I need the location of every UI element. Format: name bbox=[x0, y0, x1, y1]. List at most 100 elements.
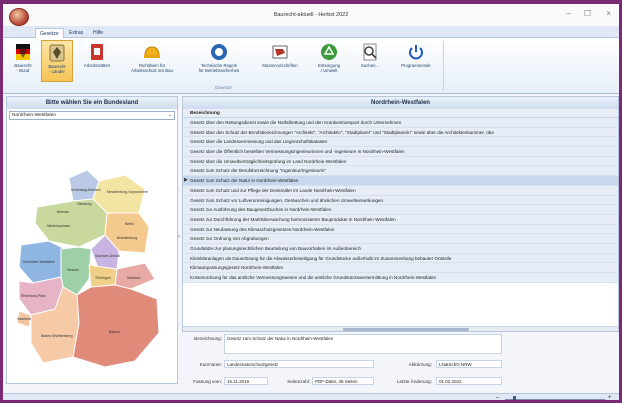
bezeichnung-label: Bezeichnung: bbox=[194, 336, 222, 341]
law-title: Gesetz über die Öffentlich bestellten Ve… bbox=[190, 149, 405, 155]
map-label: Rheinland-Pfalz bbox=[21, 294, 46, 298]
map-label: Hessen bbox=[67, 268, 79, 272]
law-title: Gesetz über die Landesvermessung und das… bbox=[190, 139, 328, 145]
tab-gesetze[interactable]: Gesetze bbox=[35, 28, 64, 38]
law-list-row[interactable]: Klimaanpassungsgesetz Nordrhein-Westfale… bbox=[183, 263, 618, 273]
law-list-row[interactable]: ▶ Gesetz zum Schutz der Natur in Nordrhei… bbox=[183, 176, 618, 186]
map-label: Nordrhein-Westfalen bbox=[23, 260, 55, 264]
zoom-out-button[interactable]: – bbox=[496, 395, 499, 400]
law-title: Gesetz zum Schutz der Natur in Nordrhein… bbox=[190, 178, 299, 184]
programmende-button[interactable]: Programmende bbox=[393, 40, 439, 82]
map-label: Sachsen-Anhalt bbox=[95, 254, 120, 258]
law-list-row[interactable]: Grundsätze zur planungsrechtlichen Beurt… bbox=[183, 243, 618, 254]
kurzname-label: Kurzname: bbox=[199, 362, 222, 367]
zoom-slider-thumb[interactable] bbox=[513, 396, 516, 400]
map-label: Baden-Württemberg bbox=[41, 334, 73, 338]
fassung-field[interactable]: 15.11.2016 bbox=[224, 377, 268, 385]
ribbon: Baurecht - Bund Baurecht - Länder Arbeit… bbox=[3, 38, 619, 94]
law-list-row[interactable]: Gesetz zum Schutz der Berufsbezeichnung … bbox=[183, 166, 618, 177]
law-list-title: Nordrhein-Westfalen bbox=[183, 97, 618, 109]
baurecht-bund-button[interactable]: Baurecht - Bund bbox=[7, 40, 39, 82]
abkuerzung-label: Abkürzung: bbox=[408, 362, 432, 367]
button-label-line1: Mustervorschriften bbox=[262, 63, 298, 68]
law-list-row[interactable]: Gesetz über die Landesvermessung und das… bbox=[183, 137, 618, 148]
title-bar: Baurecht-aktuell - Herbst 2022 – ☐ × bbox=[3, 4, 619, 26]
state-dropdown[interactable]: Nordrhein-Westfalen ⌄ bbox=[9, 111, 175, 120]
germany-map[interactable]: Schleswig-Holstein Mecklenburg-Vorpommer… bbox=[7, 123, 177, 383]
law-title: Gesetz zum Schutz vor Luftverunreinigung… bbox=[190, 197, 384, 203]
button-label-line2: Arbeitsschutz am Bau bbox=[131, 68, 173, 73]
map-label: Schleswig-Holstein bbox=[71, 188, 101, 192]
tab-extras[interactable]: Extras bbox=[65, 28, 87, 38]
minimize-button[interactable]: – bbox=[567, 9, 571, 18]
map-label: Hamburg bbox=[77, 202, 91, 206]
workplace-sign-icon bbox=[91, 44, 103, 60]
law-title: Gesetz über den Rettungsdienst sowie die… bbox=[190, 120, 402, 125]
law-list-row[interactable]: Gesetz zur Ausführung des Baugesetzbuche… bbox=[183, 205, 618, 215]
law-list-rows: Gesetz über den Rettungsdienst sowie die… bbox=[183, 118, 618, 283]
entsorgung-umwelt-button[interactable]: Entsorgung / Umwelt bbox=[309, 40, 349, 82]
law-list-row[interactable]: Gesetz zum Schutz und zur Pflege der Den… bbox=[183, 185, 618, 196]
law-list-row[interactable]: Gesetz zum Schutz vor Luftverunreinigung… bbox=[183, 195, 618, 206]
ribbon-group-separator bbox=[443, 41, 444, 91]
law-list-row[interactable]: Gesetz zur Neufassung des Klimaschutzges… bbox=[183, 224, 618, 235]
maximize-button[interactable]: ☐ bbox=[584, 9, 591, 18]
law-list-row[interactable]: Gesetz zur Durchführung der Marktüberwac… bbox=[183, 214, 618, 225]
law-list-row[interactable]: Kleinkläranlagen als Dauerlösung für die… bbox=[183, 253, 618, 264]
law-list-panel: Nordrhein-Westfalen Bezeichnung Gesetz ü… bbox=[182, 96, 619, 332]
map-label: Bayern bbox=[109, 330, 120, 334]
row-selector-icon: ▶ bbox=[184, 177, 188, 184]
law-list-row[interactable]: Kostenordnung für das amtliche Vermessun… bbox=[183, 273, 618, 283]
baurecht-laender-button[interactable]: Baurecht - Länder bbox=[41, 40, 73, 82]
law-list-row[interactable]: Gesetz über die Öffentlich bestellten Ve… bbox=[183, 147, 618, 157]
panel-collapse-handle[interactable]: ‹ bbox=[178, 234, 180, 240]
fassung-label: Fassung vom: bbox=[193, 379, 222, 384]
law-list-row[interactable]: Gesetz über die Umweltverträglichkeitspr… bbox=[183, 156, 618, 167]
bezeichnung-field[interactable]: Gesetz zum Schutz der Natur in Nordrhein… bbox=[224, 334, 502, 354]
abkuerzung-field[interactable]: LNatSchG NRW bbox=[436, 360, 502, 368]
map-label: Niedersachsen bbox=[47, 224, 70, 228]
map-label: Bremen bbox=[57, 210, 69, 214]
map-label: Berlin bbox=[125, 222, 134, 226]
window-title: Baurecht-aktuell - Herbst 2022 bbox=[273, 12, 349, 18]
zoom-slider[interactable] bbox=[505, 399, 605, 400]
arbeitsstaetten-button[interactable]: Arbeitsstätten bbox=[77, 40, 117, 82]
law-list-row[interactable]: Gesetz über den Schutz der Berufsbezeich… bbox=[183, 127, 618, 138]
horizontal-scrollbar[interactable] bbox=[183, 326, 618, 331]
arbeitsschutz-am-bau-button[interactable]: Richtlinien für Arbeitsschutz am Bau bbox=[121, 40, 183, 82]
law-title: Gesetz zum Schutz und zur Pflege der Den… bbox=[190, 187, 356, 193]
technical-rules-icon bbox=[211, 44, 227, 60]
zoom-in-button[interactable]: + bbox=[608, 395, 612, 400]
model-rules-icon bbox=[272, 45, 288, 59]
button-label-line2: / Umwelt bbox=[320, 68, 338, 73]
law-list-row[interactable]: Gesetz zur Ordnung von Abgrabungen bbox=[183, 234, 618, 244]
letzte-aenderung-field[interactable]: 01.02.2022 bbox=[436, 377, 502, 385]
button-label-line1: Arbeitsstätten bbox=[83, 63, 111, 68]
suchen-button[interactable]: Suchen... bbox=[353, 40, 387, 82]
button-label-line1: Programmende bbox=[401, 63, 431, 68]
column-header-bezeichnung[interactable]: Bezeichnung bbox=[183, 109, 618, 118]
search-icon bbox=[363, 43, 377, 61]
scrollbar-thumb[interactable] bbox=[343, 328, 469, 331]
technische-regeln-button[interactable]: Technische Regeln für Betriebssicherheit bbox=[189, 40, 249, 82]
kurzname-field[interactable]: Landesnaturschutzgesetz bbox=[224, 360, 374, 368]
seitenzahl-field[interactable]: PDF-Datei, 36 Seiten bbox=[312, 377, 374, 385]
ribbon-group-caption: Gesetze bbox=[215, 85, 232, 90]
law-title: Grundsätze zur planungsrechtlichen Beurt… bbox=[190, 245, 362, 251]
seitenzahl-label: Seitenzahl: bbox=[287, 379, 310, 384]
status-bar: – + bbox=[3, 393, 619, 400]
ribbon-tab-bar: Gesetze Extras Hilfe bbox=[3, 26, 619, 38]
law-title: Gesetz über die Umweltverträglichkeitspr… bbox=[190, 158, 347, 164]
map-label: Brandenburg bbox=[117, 236, 137, 240]
tab-hilfe[interactable]: Hilfe bbox=[89, 28, 107, 38]
law-title: Gesetz über den Schutz der Berufsbezeich… bbox=[190, 129, 494, 135]
law-title: Gesetz zur Durchführung der Marktüberwac… bbox=[190, 216, 396, 222]
law-title: Kleinkläranlagen als Dauerlösung für die… bbox=[190, 255, 452, 261]
law-list-row[interactable]: Gesetz über den Rettungsdienst sowie die… bbox=[183, 118, 618, 128]
button-label-line1: Suchen... bbox=[360, 63, 380, 68]
law-title: Gesetz zur Ordnung von Abgrabungen bbox=[190, 236, 269, 242]
letzte-aenderung-label: Letzte Änderung: bbox=[397, 379, 432, 384]
mustervorschriften-button[interactable]: Mustervorschriften bbox=[255, 40, 305, 82]
power-icon bbox=[409, 45, 423, 60]
close-button[interactable]: × bbox=[606, 9, 611, 18]
